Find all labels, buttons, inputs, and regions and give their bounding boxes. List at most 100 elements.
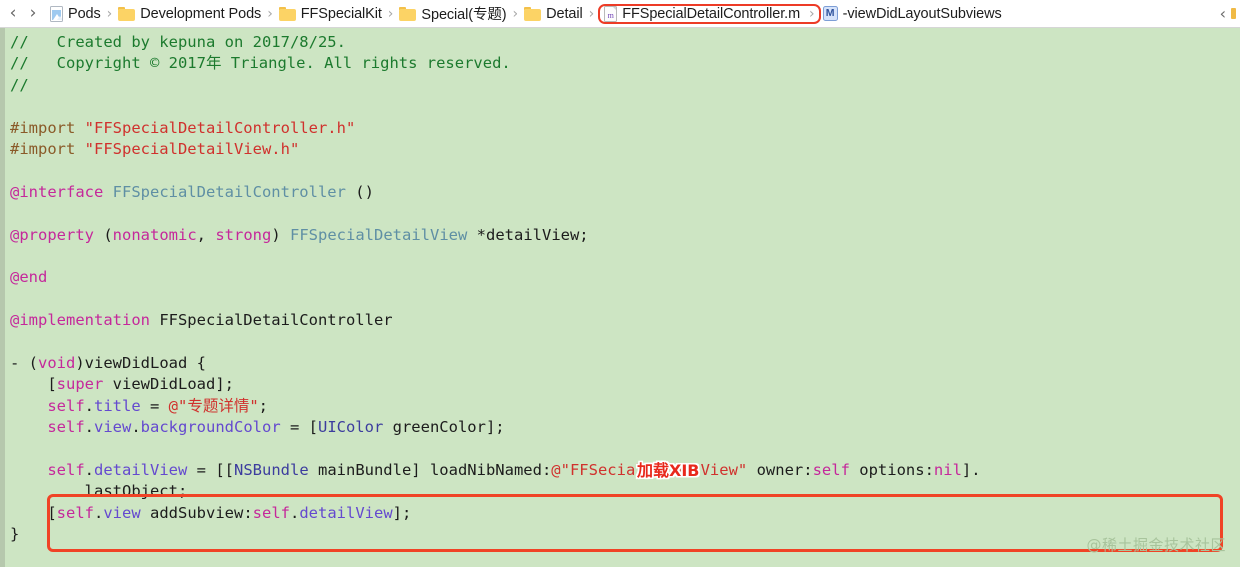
code-token: void (38, 353, 76, 372)
code-token: view (94, 418, 132, 437)
navigation-arrows: ‹ › (4, 2, 42, 26)
code-line: // Created by kepuna on 2017/8/25. (5, 32, 1240, 53)
folder-icon (399, 6, 417, 21)
code-line: #import "FFSpecialDetailController.h" (5, 118, 1240, 139)
code-token: . (84, 460, 94, 479)
breadcrumb-separator: › (267, 5, 273, 22)
code-token: @"专题详情" (168, 396, 259, 415)
xib-annotation-badge: 加载XIB (637, 461, 700, 480)
code-token: , (196, 225, 216, 244)
code-line: // Copyright © 2017年 Triangle. All right… (5, 53, 1240, 74)
code-token: addSubview: (140, 503, 253, 522)
back-arrow-icon[interactable]: ‹ (4, 2, 22, 26)
code-token: . (289, 503, 300, 522)
breadcrumb-label: -viewDidLayoutSubviews (842, 5, 1002, 22)
code-token: // Copyright © 2017年 Triangle. All right… (10, 54, 511, 73)
folder-icon (118, 6, 136, 21)
breadcrumb-separator: › (512, 5, 519, 22)
breadcrumb-separator: › (106, 5, 113, 22)
code-token: NSBundle (234, 460, 309, 479)
breadcrumb: Pods › Development Pods › FFSpecialKit ›… (48, 2, 1004, 25)
objc-file-icon: m (604, 5, 618, 22)
code-line: @implementation FFSpecialDetailControlle… (5, 310, 1240, 331)
code-token: nonatomic (112, 225, 197, 244)
code-token: self (252, 503, 290, 522)
code-editor[interactable]: // Created by kepuna on 2017/8/25. // Cop… (0, 28, 1240, 567)
breadcrumb-label: Special(专题) (421, 7, 507, 23)
code-line: @interface FFSpecialDetailController () (5, 182, 1240, 203)
code-token: = (140, 396, 169, 415)
pods-project-icon (50, 5, 63, 22)
code-token: () (345, 182, 374, 201)
code-token: view (103, 503, 141, 522)
breadcrumb-item-current-symbol[interactable]: M -viewDidLayoutSubviews (821, 5, 1004, 23)
code-token: self (47, 418, 85, 437)
jump-bar-right-controls: ‹ (1217, 0, 1236, 27)
code-token: detailView (299, 503, 393, 522)
code-line: @property (nonatomic, strong) FFSpecialD… (5, 225, 1240, 246)
code-content[interactable]: // Created by kepuna on 2017/8/25. // Cop… (5, 28, 1240, 567)
breadcrumb-item-detail[interactable]: Detail (522, 5, 584, 23)
breadcrumb-label: Detail (546, 5, 583, 22)
code-token: options: (849, 460, 934, 479)
code-token: "FFSpecialDetailView.h" (84, 139, 300, 158)
breadcrumb-item-ffspecialkit[interactable]: FFSpecialKit (277, 5, 384, 23)
breadcrumb-separator: › (588, 5, 595, 22)
breadcrumb-label: Development Pods (140, 5, 262, 22)
code-line: #import "FFSpecialDetailView.h" (5, 139, 1240, 160)
code-token: . (84, 418, 94, 437)
code-token: nil (933, 460, 962, 479)
code-token: . (84, 396, 94, 415)
code-line: [super viewDidLoad]; (5, 374, 1240, 395)
code-token: self (47, 460, 85, 479)
code-token: self (56, 503, 94, 522)
code-token: ( (103, 225, 113, 244)
breadcrumb-item-current-file[interactable]: m FFSpecialDetailController.m › (598, 3, 821, 24)
watermark: @稀土掘金技术社区 (1086, 536, 1226, 554)
code-token: )viewDidLoad { (75, 353, 206, 372)
code-token: *detailView; (467, 225, 589, 244)
code-token: lastObject; (10, 482, 188, 501)
code-line: self.detailView = [[NSBundle mainBundle]… (5, 460, 1240, 481)
code-token: self (47, 396, 85, 415)
objc-file-icon-glyph: m (607, 10, 614, 20)
forward-arrow-icon[interactable]: › (24, 2, 42, 26)
code-token: #import (10, 118, 85, 137)
code-token: // Created by kepuna on 2017/8/25. (10, 33, 346, 51)
method-symbol-icon: M (822, 6, 838, 21)
code-token: [ (10, 503, 57, 522)
code-token: FFSpecialDetailView (290, 225, 468, 244)
breadcrumb-item-pods[interactable]: Pods (48, 5, 103, 23)
code-token: = [ (280, 418, 318, 437)
folder-icon (278, 6, 296, 21)
breadcrumb-item-special[interactable]: Special(专题) (397, 2, 508, 25)
breadcrumb-item-development-pods[interactable]: Development Pods (116, 5, 263, 23)
code-line: self.view.backgroundColor = [UIColor gre… (5, 417, 1240, 438)
code-line: lastObject; (5, 481, 1240, 502)
code-token: . (131, 418, 141, 437)
breadcrumb-separator: › (809, 5, 815, 22)
code-token: strong (215, 225, 272, 244)
code-line: self.title = @"专题详情"; (5, 396, 1240, 417)
code-token: ; (258, 396, 269, 415)
code-token: [ (10, 375, 57, 394)
code-token: @implementation (10, 311, 160, 330)
code-token: ]; (392, 503, 412, 522)
code-line: } (5, 524, 1240, 545)
code-token: } (10, 524, 20, 543)
code-token: detailView (94, 460, 188, 479)
code-token: FFSpecialDetailController (112, 182, 346, 201)
breadcrumb-label: FFSpecialDetailController.m (622, 5, 801, 22)
chevron-left-icon[interactable]: ‹ (1217, 4, 1229, 23)
code-token: self (812, 460, 850, 479)
code-line: @end (5, 267, 1240, 288)
code-line: [self.view addSubview:self.detailView]; (5, 503, 1240, 524)
code-token: FFSpecialDetailController (159, 311, 393, 330)
